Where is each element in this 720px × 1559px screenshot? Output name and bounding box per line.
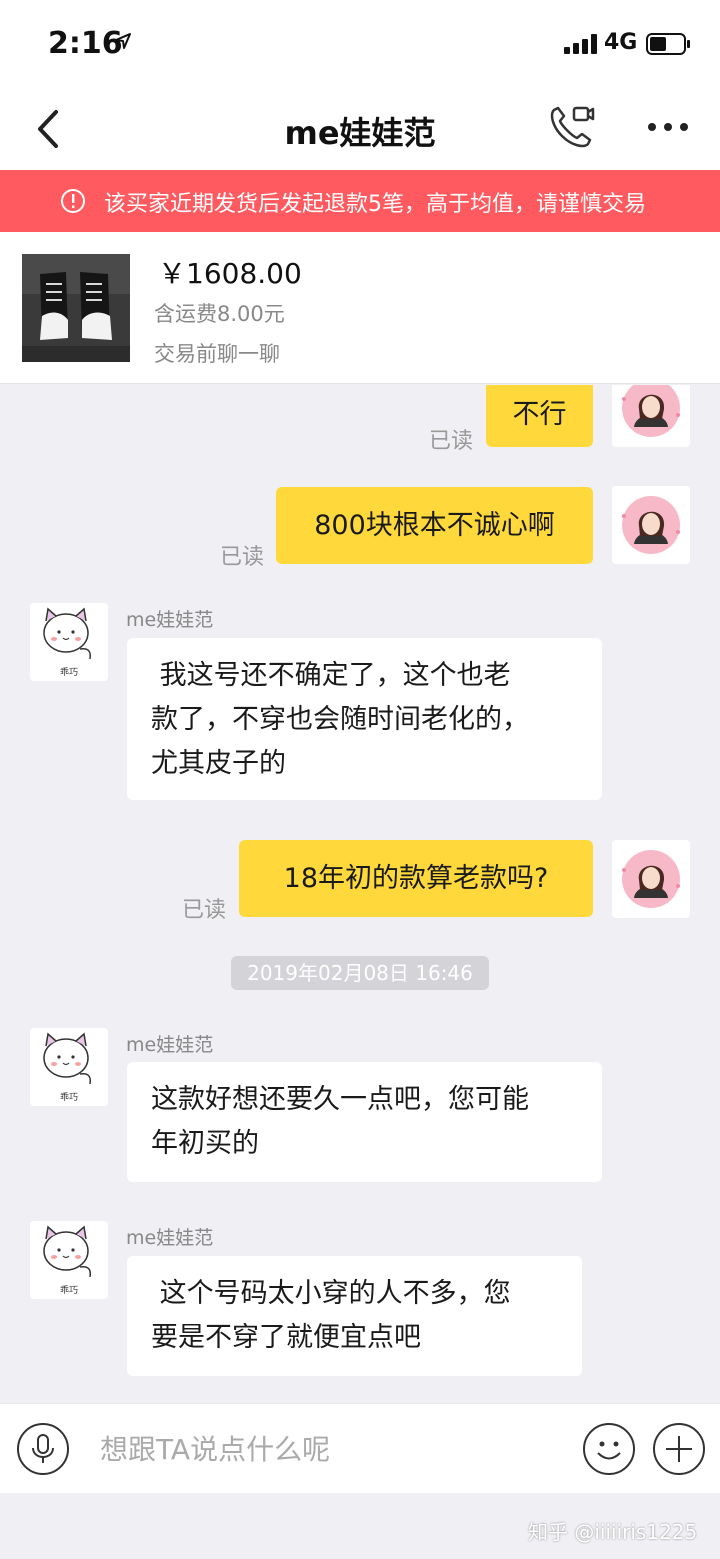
their-message-bubble[interactable]: 这款好想还要久一点吧，您可能 年初买的 <box>127 1062 602 1182</box>
message-input[interactable]: 想跟TA说点什么呢 <box>100 1428 330 1468</box>
product-card[interactable]: ￥1608.00 含运费8.00元 交易前聊一聊 <box>0 232 720 384</box>
nav-bar: me娃娃范 <box>0 88 720 170</box>
emoji-icon[interactable] <box>582 1422 636 1476</box>
warning-text: 该买家近期发货后发起退款5笔，高于均值，请谨慎交易 <box>104 192 646 217</box>
product-price: ￥1608.00 <box>158 257 302 290</box>
message-line: 这个号码太小穿的人不多，您 <box>151 1278 511 1309</box>
my-avatar[interactable] <box>612 385 690 447</box>
pre-trade-hint: 交易前聊一聊 <box>154 342 280 366</box>
seller-avatar[interactable]: 乖巧 <box>30 603 108 681</box>
location-arrow-icon <box>115 33 131 49</box>
my-message-bubble[interactable]: 不行 <box>486 385 593 447</box>
network-label: 4G <box>604 30 638 55</box>
status-time: 2:16 <box>48 26 123 61</box>
microphone-icon[interactable] <box>16 1422 70 1476</box>
message-line: 要是不穿了就便宜点吧 <box>151 1322 421 1353</box>
avatar-caption: 乖巧 <box>60 1284 78 1296</box>
sender-name: me娃娃范 <box>126 1227 214 1249</box>
timestamp-chip: 2019年02月08日 16:46 <box>231 956 489 990</box>
battery-icon <box>646 33 690 55</box>
plus-icon[interactable] <box>652 1422 706 1476</box>
sender-name: me娃娃范 <box>126 1034 214 1056</box>
chat-area[interactable]: 已读 不行 已读 800块根本不诚心啊 乖巧 me娃娃范 我这号还不确定了，这个… <box>0 385 720 1403</box>
video-call-icon[interactable] <box>546 102 596 152</box>
watermark: 知乎 @iiiiiris1225 <box>528 1520 698 1544</box>
read-receipt: 已读 <box>429 429 474 454</box>
chat-title: me娃娃范 <box>284 114 436 152</box>
message-line: 尤其皮子的 <box>151 748 286 779</box>
my-avatar[interactable] <box>612 840 690 918</box>
more-icon[interactable] <box>646 114 690 140</box>
seller-avatar[interactable]: 乖巧 <box>30 1221 108 1299</box>
product-thumbnail[interactable] <box>22 254 130 362</box>
sender-name: me娃娃范 <box>126 609 214 631</box>
avatar-caption: 乖巧 <box>60 1091 78 1103</box>
read-receipt: 已读 <box>220 545 265 570</box>
message-line: 款了，不穿也会随时间老化的， <box>151 704 529 735</box>
my-avatar[interactable] <box>612 486 690 564</box>
seller-avatar[interactable]: 乖巧 <box>30 1028 108 1106</box>
signal-icon <box>564 34 600 54</box>
warning-icon <box>61 189 85 213</box>
message-line: 年初买的 <box>151 1128 259 1159</box>
message-input-bar: 想跟TA说点什么呢 <box>0 1403 720 1493</box>
avatar-caption: 乖巧 <box>60 666 78 678</box>
risk-warning-banner: 该买家近期发货后发起退款5笔，高于均值，请谨慎交易 <box>0 170 720 232</box>
their-message-bubble[interactable]: 这个号码太小穿的人不多，您 要是不穿了就便宜点吧 <box>127 1256 582 1376</box>
message-line: 我这号还不确定了，这个也老 <box>151 660 511 691</box>
shipping-fee: 含运费8.00元 <box>154 302 285 326</box>
their-message-bubble[interactable]: 我这号还不确定了，这个也老 款了，不穿也会随时间老化的， 尤其皮子的 <box>127 638 602 800</box>
status-bar: 2:16 4G <box>0 0 720 88</box>
my-message-bubble[interactable]: 18年初的款算老款吗? <box>239 840 593 917</box>
message-line: 这款好想还要久一点吧，您可能 <box>151 1084 529 1115</box>
my-message-bubble[interactable]: 800块根本不诚心啊 <box>276 487 593 564</box>
read-receipt: 已读 <box>182 898 227 923</box>
